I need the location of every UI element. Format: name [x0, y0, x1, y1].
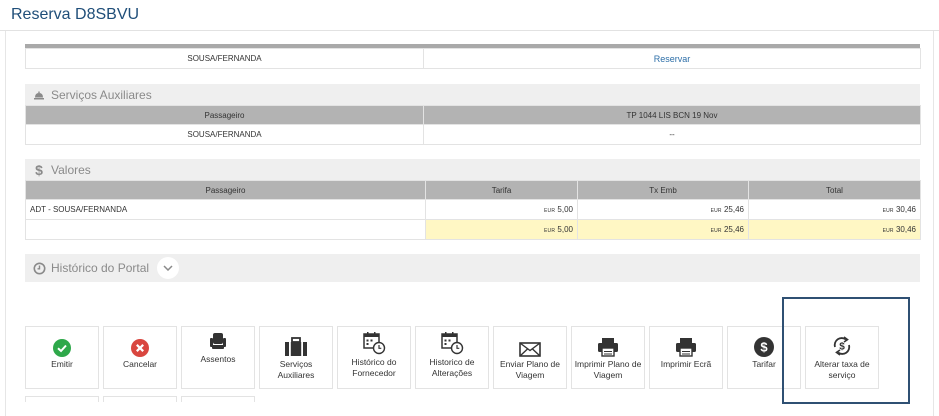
grand-total: 30,46 — [895, 225, 916, 234]
values-section-header: $ Valores — [25, 159, 920, 180]
next-row-button-edge — [25, 396, 99, 402]
currency-label: EUR — [882, 228, 894, 234]
tarifar-label: Tarifar — [752, 359, 776, 369]
next-row-button-edge — [181, 396, 255, 402]
total-value: 30,46 — [895, 205, 916, 214]
bell-icon — [31, 90, 47, 100]
table-row: SOUSA/FERNANDA Reservar — [25, 48, 921, 69]
emitir-label: Emitir — [51, 359, 73, 369]
assentos-label: Assentos — [200, 354, 236, 364]
totals-empty-cell — [25, 219, 426, 240]
close-circle-icon — [131, 339, 149, 357]
aux-services-section-header: Serviços Auxiliares — [25, 84, 920, 105]
printer-icon — [598, 338, 618, 357]
imprimir-ecra-button[interactable]: Imprimir Ecrã — [649, 326, 723, 389]
values-passenger: ADT - SOUSA/FERNANDA — [25, 199, 426, 220]
aux-services-table: Passageiro TP 1044 LIS BCN 19 Nov SOUSA/… — [25, 105, 921, 145]
portal-history-section-header[interactable]: Histórico do Portal — [25, 254, 920, 282]
printer-icon — [676, 338, 696, 357]
servicos-auxiliares-button[interactable]: Serviços Auxiliares — [259, 326, 333, 389]
servicos-auxiliares-label: Serviços Auxiliares — [277, 359, 315, 380]
reservar-link[interactable]: Reservar — [654, 54, 691, 64]
next-row-button-edge — [103, 396, 177, 402]
imprimir-plano-button[interactable]: Imprimir Plano de Viagem — [571, 326, 645, 389]
imprimir-plano-label: Imprimir Plano de Viagem — [574, 359, 642, 380]
enviar-plano-label: Enviar Plano de Viagem — [499, 359, 560, 380]
column-header: Passageiro — [25, 105, 424, 125]
envelope-icon — [519, 342, 541, 357]
historico-fornecedor-label: Histórico do Fornecedor — [351, 357, 397, 378]
emitir-button[interactable]: Emitir — [25, 326, 99, 389]
calendar-clock-icon — [441, 332, 464, 355]
currency-label: EUR — [710, 228, 722, 234]
currency-label: EUR — [882, 208, 894, 214]
cancelar-label: Cancelar — [122, 359, 158, 369]
page-title: Reserva D8SBVU — [11, 6, 140, 23]
tarifa-value: 5,00 — [557, 205, 573, 214]
reservation-passenger: SOUSA/FERNANDA — [25, 48, 424, 69]
aux-value: -- — [423, 124, 921, 145]
column-header: Tx Emb — [577, 180, 749, 200]
svg-text:$: $ — [760, 340, 768, 355]
currency-label: EUR — [710, 208, 722, 214]
tx-emb-value: 25,46 — [723, 205, 744, 214]
dollar-circle-icon: $ — [754, 337, 774, 357]
tx-emb-total: 25,46 — [723, 225, 744, 234]
title-divider — [0, 30, 939, 31]
suitcase-icon — [285, 337, 307, 356]
imprimir-ecra-label: Imprimir Ecrã — [660, 359, 712, 369]
enviar-plano-button[interactable]: Enviar Plano de Viagem — [493, 326, 567, 389]
chevron-down-icon — [163, 265, 173, 271]
totals-row: EUR 5,00 EUR 25,46 EUR 30,46 — [25, 219, 921, 240]
expand-toggle-button[interactable] — [157, 257, 180, 279]
column-header: TP 1044 LIS BCN 19 Nov — [423, 105, 921, 125]
column-header: Total — [748, 180, 921, 200]
assentos-button[interactable]: Assentos — [181, 326, 255, 389]
aux-services-title: Serviços Auxiliares — [51, 87, 152, 102]
check-circle-icon — [53, 339, 71, 357]
reservation-table: SOUSA/FERNANDA Reservar — [25, 48, 921, 69]
historico-fornecedor-button[interactable]: Histórico do Fornecedor — [337, 326, 411, 389]
panel-border-left — [5, 31, 6, 416]
tarifa-total: 5,00 — [557, 225, 573, 234]
cancelar-button[interactable]: Cancelar — [103, 326, 177, 389]
historico-alteracoes-label: Historico de Alterações — [429, 357, 475, 378]
column-header: Passageiro — [25, 180, 426, 200]
currency-label: EUR — [544, 228, 556, 234]
column-header: Tarifa — [425, 180, 578, 200]
panel-border-right — [933, 31, 934, 416]
aux-passenger: SOUSA/FERNANDA — [25, 124, 424, 145]
clock-icon — [31, 262, 47, 275]
highlight-box — [782, 297, 910, 404]
seat-icon — [210, 333, 226, 349]
dollar-icon: $ — [35, 161, 43, 178]
portal-history-title: Histórico do Portal — [51, 261, 150, 275]
values-table: Passageiro Tarifa Tx Emb Total ADT - SOU… — [25, 180, 921, 240]
historico-alteracoes-button[interactable]: Historico de Alterações — [415, 326, 489, 389]
values-title: Valores — [51, 162, 91, 177]
calendar-clock-icon — [363, 332, 386, 355]
table-row: ADT - SOUSA/FERNANDA EUR 5,00 EUR 25,46 … — [25, 199, 921, 220]
table-row: SOUSA/FERNANDA -- — [25, 124, 921, 145]
currency-label: EUR — [544, 208, 556, 214]
